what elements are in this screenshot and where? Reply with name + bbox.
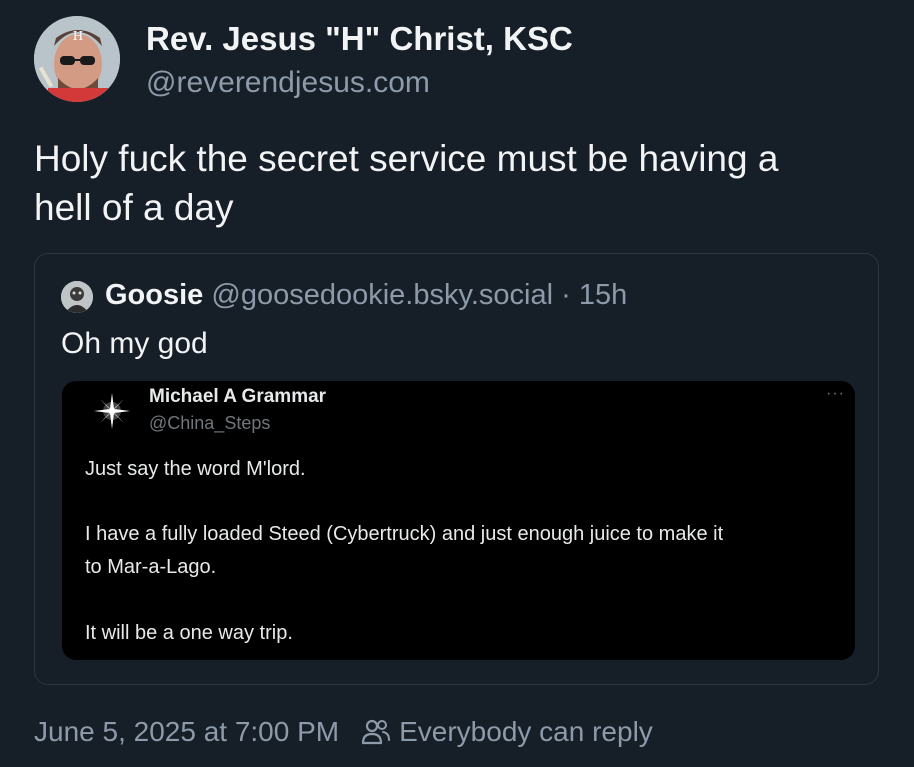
- post: H Rev. Jesus "H" Christ, KSC @reverendje…: [0, 0, 914, 767]
- embedded-text-line: I have a fully loaded Steed (Cybertruck)…: [85, 523, 724, 545]
- embedded-text-line: It will be a one way trip.: [85, 622, 293, 644]
- separator-dot: ·: [561, 279, 571, 311]
- embedded-text-line: Just say the word M'lord.: [85, 458, 306, 480]
- post-footer: June 5, 2025 at 7:00 PM Everybody can re…: [34, 716, 653, 748]
- embedded-author-handle: @China_Steps: [149, 413, 271, 433]
- post-text-line: Holy fuck the secret service must be hav…: [34, 138, 779, 179]
- author-display-name[interactable]: Rev. Jesus "H" Christ, KSC: [146, 20, 573, 58]
- post-text: Holy fuck the secret service must be hav…: [34, 134, 884, 232]
- reply-setting-label[interactable]: Everybody can reply: [399, 716, 653, 748]
- people-icon: [362, 719, 391, 745]
- post-text-line: hell of a day: [34, 187, 234, 228]
- quote-author-avatar[interactable]: [61, 281, 93, 313]
- quote-text: Oh my god: [61, 327, 208, 360]
- quote-header: Goosie @goosedookie.bsky.social · 15h: [105, 279, 627, 312]
- quote-author-name[interactable]: Goosie: [105, 279, 203, 311]
- sparkle-star-icon: [94, 393, 130, 429]
- avatar-portrait-icon: [61, 281, 93, 313]
- embedded-screenshot-image[interactable]: Michael A Grammar @China_Steps ··· Just …: [62, 381, 855, 660]
- author-avatar[interactable]: H: [34, 16, 120, 102]
- embedded-text-line: to Mar-a-Lago.: [85, 556, 217, 578]
- more-options-icon: ···: [826, 385, 845, 402]
- svg-text:H: H: [73, 29, 83, 43]
- avatar-portrait-icon: H: [34, 16, 120, 102]
- embedded-author-name: Michael A Grammar: [149, 386, 327, 407]
- quote-timestamp[interactable]: 15h: [579, 279, 627, 311]
- quote-post-card[interactable]: Goosie @goosedookie.bsky.social · 15h Oh…: [34, 253, 879, 685]
- post-timestamp[interactable]: June 5, 2025 at 7:00 PM: [34, 716, 339, 748]
- author-handle[interactable]: @reverendjesus.com: [146, 66, 430, 100]
- quote-author-handle[interactable]: @goosedookie.bsky.social: [211, 279, 553, 311]
